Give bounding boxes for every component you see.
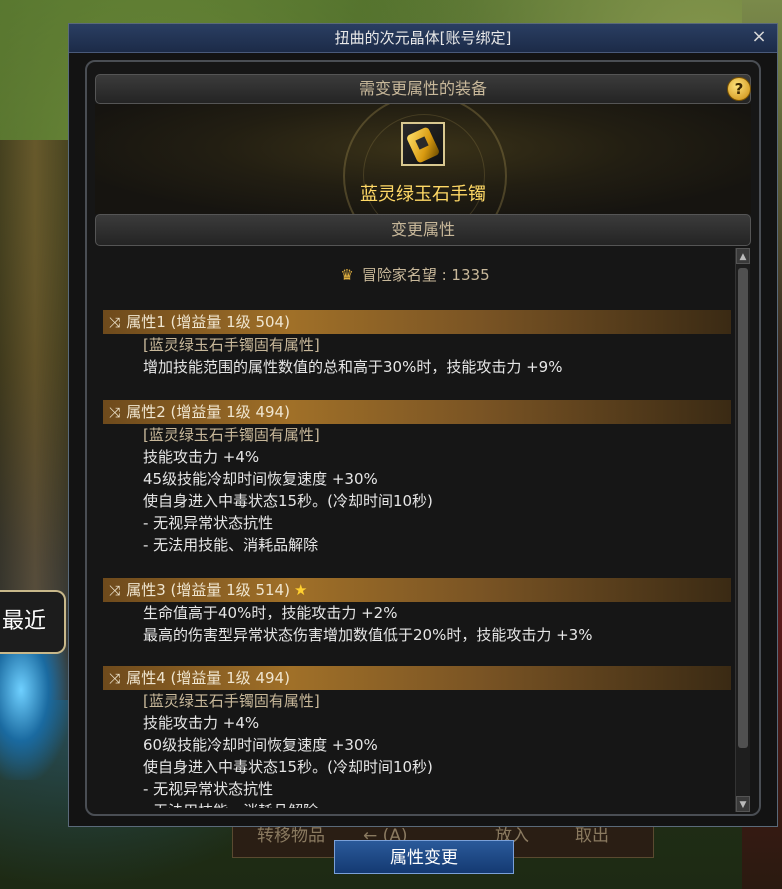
property-line: 最高的伤害型异常状态伤害增加数值低于20%时，技能攻击力 +3% — [143, 626, 593, 644]
property-line: 45级技能冷却时间恢复速度 +30% — [143, 470, 378, 488]
property-line: 60级技能冷却时间恢复速度 +30% — [143, 736, 378, 754]
property-header-label: 属性4 (增益量 1级 494) — [126, 669, 290, 687]
property-line: [蓝灵绿玉石手镯固有属性] — [143, 426, 320, 444]
item-name: 蓝灵绿玉石手镯 — [360, 184, 486, 205]
crown-icon: ♛ — [340, 266, 354, 284]
equip-section-header: 需变更属性的装备 ? — [95, 74, 751, 104]
property-section-1: ⤨ 属性1 (增益量 1级 504) [蓝灵绿玉石手镯固有属性] 增加技能范围的属… — [103, 310, 731, 378]
property-line: 生命值高于40%时，技能攻击力 +2% — [143, 604, 398, 622]
shuffle-icon: ⤨ — [109, 671, 121, 687]
equip-section-title: 需变更属性的装备 — [358, 79, 487, 98]
fame-row: ♛ 冒险家名望 : 1335 — [95, 264, 735, 285]
property-line: 增加技能范围的属性数值的总和高于30%时，技能攻击力 +9% — [143, 358, 563, 376]
bracelet-icon[interactable] — [401, 122, 445, 166]
property-line: - 无法用技能、消耗品解除 — [103, 800, 731, 808]
change-section-title: 变更属性 — [390, 220, 455, 239]
property-section-2: ⤨ 属性2 (增益量 1级 494) [蓝灵绿玉石手镯固有属性] 技能攻击力 +4… — [103, 400, 731, 556]
fame-label: 冒险家名望 : 1335 — [361, 266, 490, 284]
recent-button[interactable]: 最近 — [0, 590, 66, 654]
dialog-frame: 需变更属性的装备 ? 蓝灵绿玉石手镯 变更属性 ♛ 冒险家名望 : 1335 ⤨ 属… — [85, 60, 761, 816]
property-line: 使自身进入中毒状态15秒。(冷却时间10秒) — [143, 758, 433, 776]
scroll-thumb[interactable] — [738, 268, 748, 748]
change-attribute-button[interactable]: 属性变更 — [334, 840, 514, 874]
equip-slot-area: 蓝灵绿玉石手镯 — [95, 104, 751, 214]
property-header[interactable]: ⤨ 属性2 (增益量 1级 494) — [103, 400, 731, 424]
change-section-header: 变更属性 — [95, 214, 751, 246]
property-header[interactable]: ⤨ 属性4 (增益量 1级 494) — [103, 666, 731, 690]
property-section-4: ⤨ 属性4 (增益量 1级 494) [蓝灵绿玉石手镯固有属性] 技能攻击力 +4… — [103, 666, 731, 808]
star-icon: ★ — [293, 581, 308, 599]
scrollbar[interactable]: ▲ ▼ — [735, 248, 750, 812]
property-line: 使自身进入中毒状态15秒。(冷却时间10秒) — [143, 492, 433, 510]
scroll-down-icon[interactable]: ▼ — [736, 796, 750, 812]
crystal-dialog: 扭曲的次元晶体[账号绑定] × 需变更属性的装备 ? 蓝灵绿玉石手镯 变更属性 … — [68, 23, 778, 827]
question-icon[interactable]: ? — [727, 77, 751, 101]
property-header-label: 属性2 (增益量 1级 494) — [126, 403, 290, 421]
property-line: 技能攻击力 +4% — [143, 714, 260, 732]
shuffle-icon: ⤨ — [109, 315, 121, 331]
title-bar[interactable]: 扭曲的次元晶体[账号绑定] × — [69, 24, 777, 53]
property-header-label: 属性3 (增益量 1级 514) — [126, 581, 290, 599]
window-title: 扭曲的次元晶体[账号绑定] — [334, 29, 512, 47]
property-line: [蓝灵绿玉石手镯固有属性] — [143, 692, 320, 710]
property-line: [蓝灵绿玉石手镯固有属性] — [143, 336, 320, 354]
property-header[interactable]: ⤨ 属性1 (增益量 1级 504) — [103, 310, 731, 334]
property-line: - 无法用技能、消耗品解除 — [143, 536, 319, 554]
property-header-label: 属性1 (增益量 1级 504) — [126, 313, 290, 331]
property-list: ♛ 冒险家名望 : 1335 ⤨ 属性1 (增益量 1级 504) [蓝灵绿玉石手镯… — [95, 248, 735, 808]
property-line: - 无视异常状态抗性 — [143, 780, 274, 798]
shuffle-icon: ⤨ — [109, 583, 121, 599]
property-section-3: ⤨ 属性3 (增益量 1级 514) ★ 生命值高于40%时，技能攻击力 +2% 最… — [103, 578, 731, 646]
property-header[interactable]: ⤨ 属性3 (增益量 1级 514) ★ — [103, 578, 731, 602]
close-icon[interactable]: × — [749, 26, 769, 48]
shuffle-icon: ⤨ — [109, 405, 121, 421]
scroll-up-icon[interactable]: ▲ — [736, 248, 750, 264]
property-line: 技能攻击力 +4% — [143, 448, 260, 466]
property-line: - 无视异常状态抗性 — [143, 514, 274, 532]
